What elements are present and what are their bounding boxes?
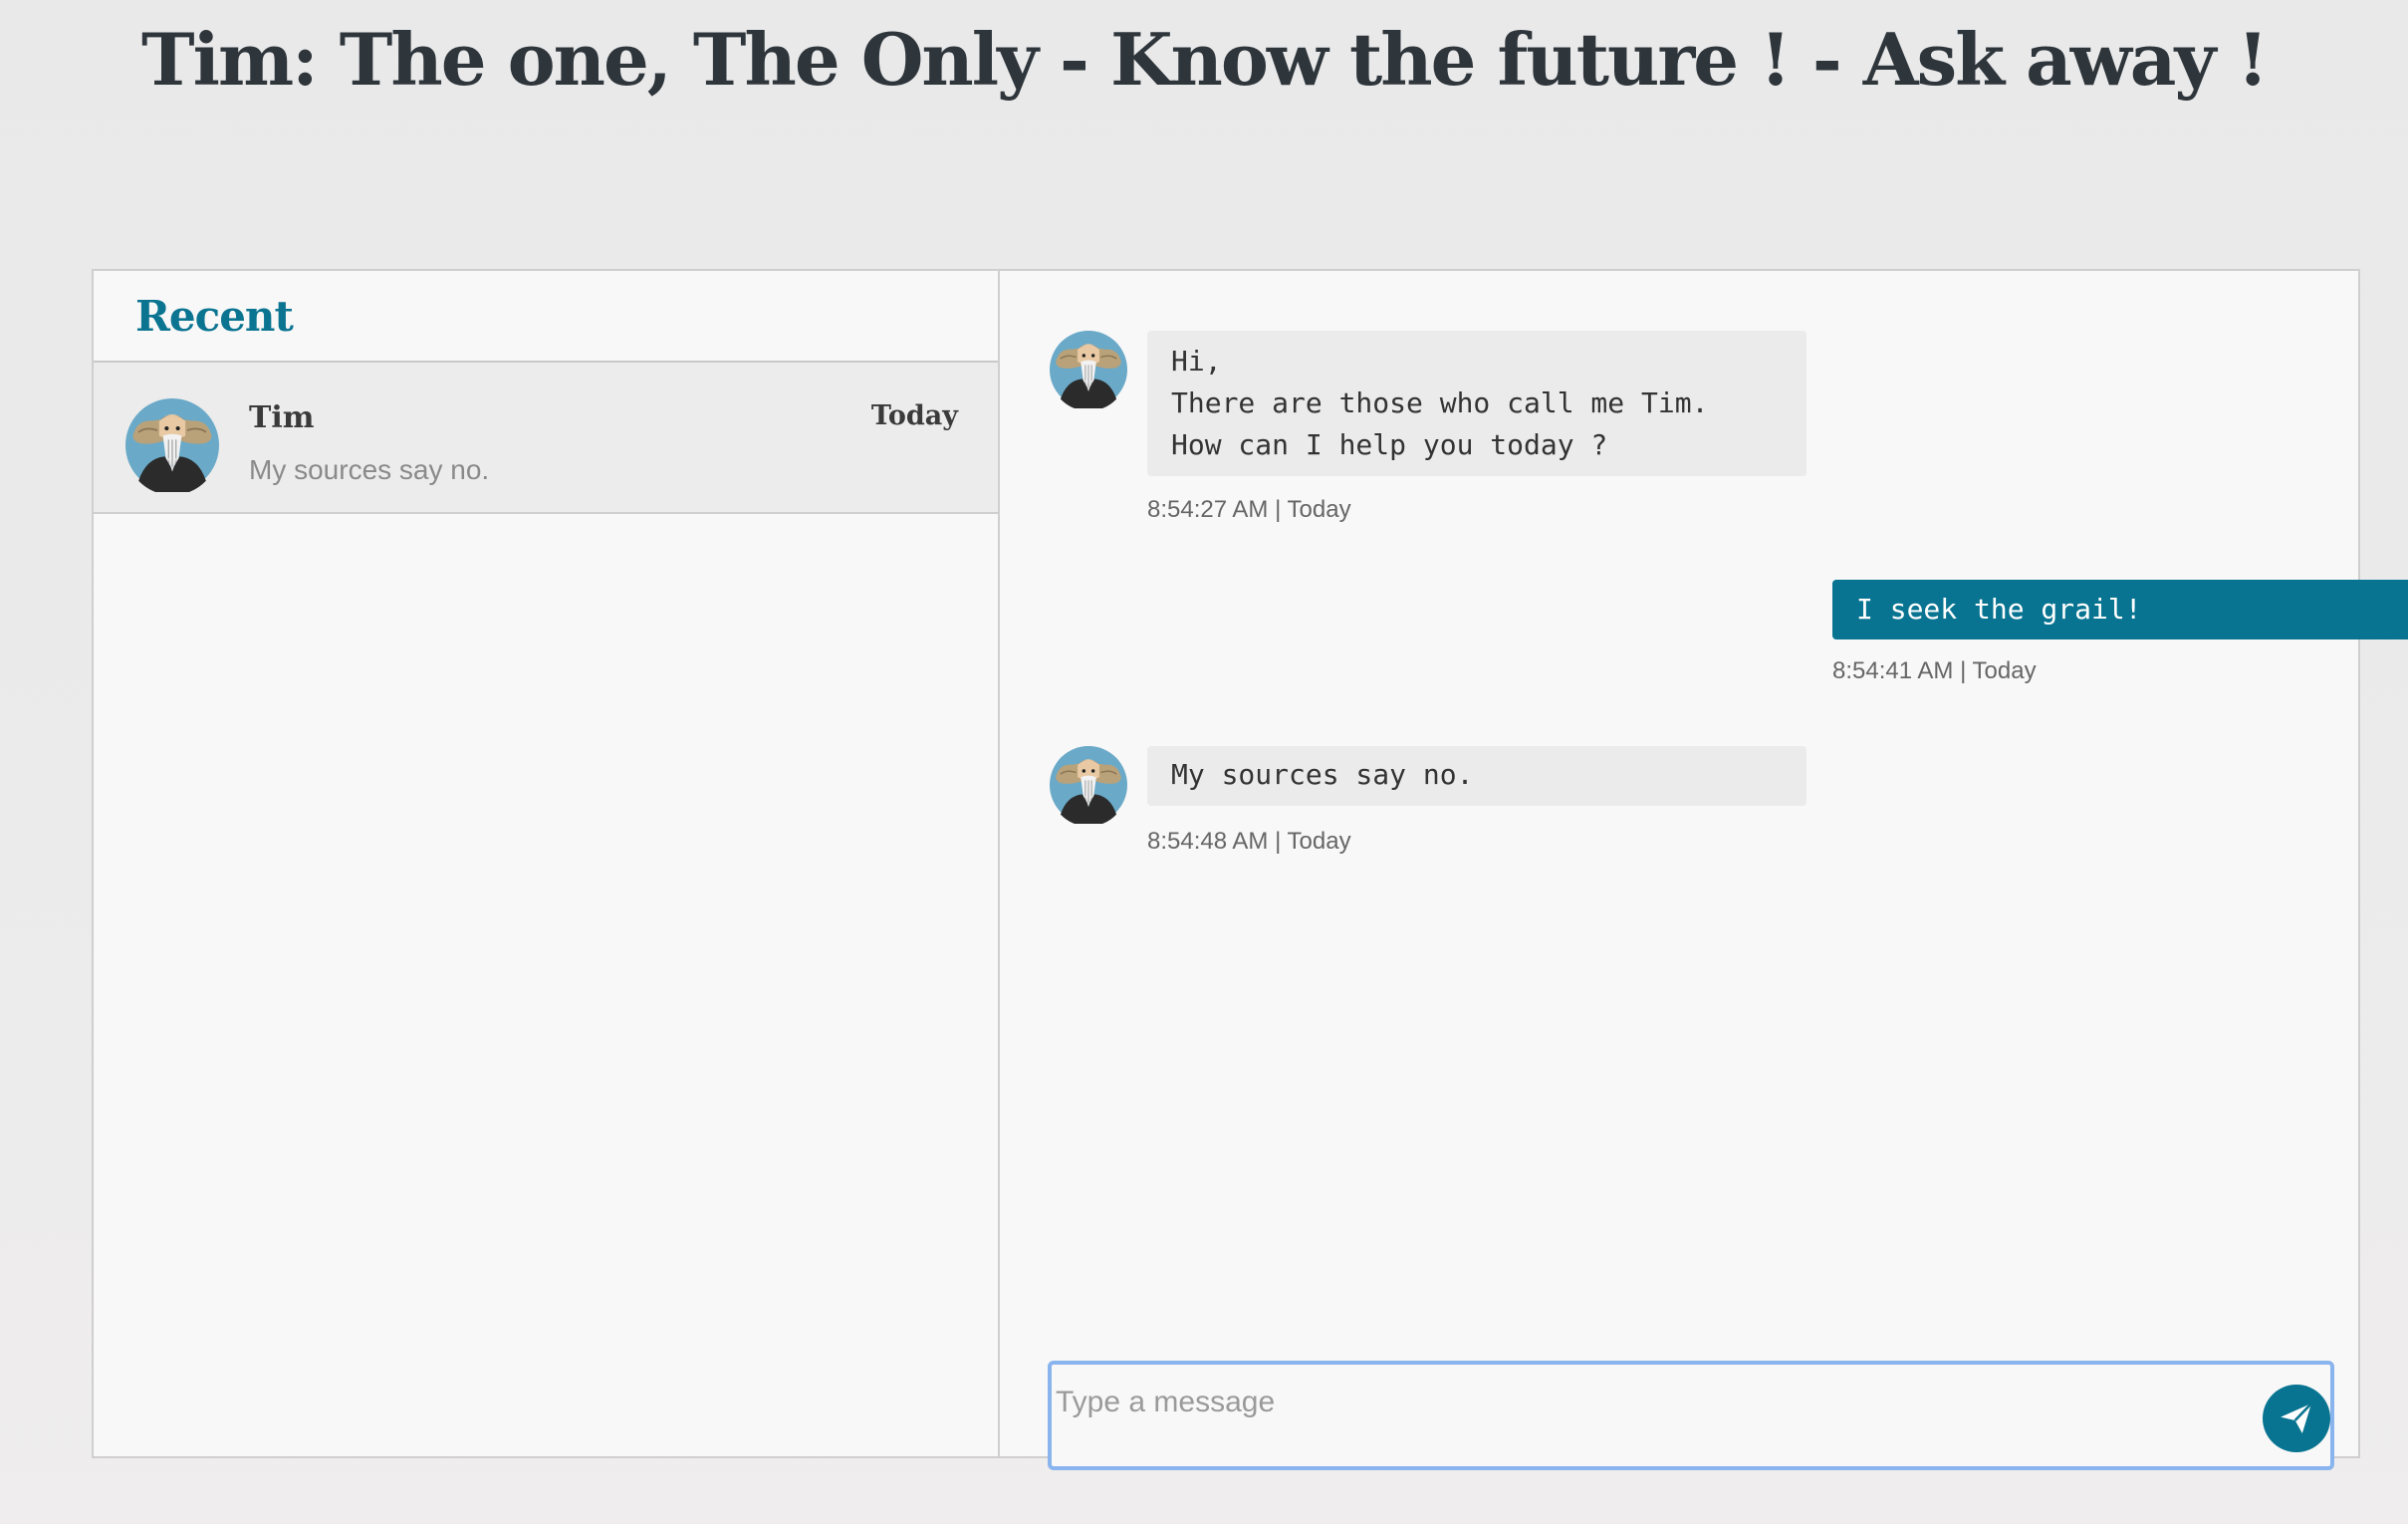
message-thread: Hi, There are those who call me Tim. How… bbox=[1000, 271, 2408, 1470]
message-timestamp: 8:54:27 AM | Today bbox=[1147, 496, 1351, 523]
paper-plane-icon bbox=[2281, 1402, 2312, 1433]
conversation-sidebar: Recent Tim Today My sources say no. bbox=[94, 271, 1000, 1456]
conversation-item-tim[interactable]: Tim Today My sources say no. bbox=[94, 363, 998, 514]
bearded-man-avatar-icon bbox=[125, 398, 219, 492]
message-composer bbox=[1048, 1361, 2334, 1470]
message-timestamp: 8:54:41 AM | Today bbox=[1832, 657, 2037, 684]
sidebar-title: Recent bbox=[135, 291, 294, 341]
send-button[interactable] bbox=[2263, 1385, 2330, 1452]
sidebar-header: Recent bbox=[94, 271, 998, 363]
outgoing-bubble: I seek the grail! bbox=[1832, 580, 2408, 639]
outgoing-message: I seek the grail! 8:54:41 AM | Today bbox=[1832, 580, 2408, 685]
conversation-name: Tim bbox=[249, 400, 315, 435]
conversation-preview: My sources say no. bbox=[249, 454, 490, 485]
message-timestamp: 8:54:48 AM | Today bbox=[1147, 828, 1351, 855]
chat-window: Recent Tim Today My sources say no. Hi, … bbox=[92, 269, 2408, 1470]
bearded-man-avatar-icon bbox=[1050, 746, 1127, 824]
incoming-bubble: Hi, There are those who call me Tim. How… bbox=[1147, 331, 1806, 476]
conversation-date: Today bbox=[870, 400, 958, 431]
message-input[interactable] bbox=[1052, 1373, 2205, 1432]
page-title: Tim: The one, The Only - Know the future… bbox=[141, 17, 2269, 102]
bearded-man-avatar-icon bbox=[1050, 331, 1127, 408]
incoming-bubble: My sources say no. bbox=[1147, 746, 1806, 806]
